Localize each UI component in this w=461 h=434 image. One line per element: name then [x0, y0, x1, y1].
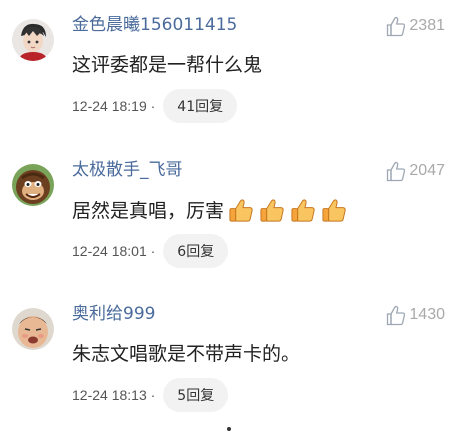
- comment-text-body: 这评委都是一帮什么鬼: [72, 54, 263, 76]
- comment-item: 奥利给999 1430 朱志文唱歌是不带声卡的。 12-24 18:13 · 5…: [0, 289, 461, 430]
- comment-meta: 12-24 18:19 · 41回复: [72, 89, 238, 123]
- thumbs-up-emoji-icon: [322, 199, 346, 222]
- like-count: 2047: [409, 162, 445, 179]
- username[interactable]: 太极散手_飞哥: [72, 159, 183, 181]
- comment-text-body: 朱志文唱歌是不带声卡的。: [72, 343, 301, 365]
- avatar[interactable]: [12, 164, 54, 206]
- timestamp: 12-24 18:19 ·: [72, 98, 156, 114]
- comment-text: 朱志文唱歌是不带声卡的。: [72, 341, 300, 367]
- like-button[interactable]: 1430: [386, 303, 445, 327]
- timestamp: 12-24 18:01 ·: [72, 243, 156, 259]
- avatar[interactable]: [12, 308, 54, 350]
- thumbs-up-emoji-icon: [291, 199, 315, 222]
- username[interactable]: 金色晨曦156011415: [72, 14, 237, 36]
- like-count: 2381: [409, 17, 445, 34]
- comment-text: 居然是真唱，厉害: [72, 197, 348, 224]
- comment-meta: 12-24 18:01 · 6回复: [72, 234, 229, 268]
- thumbs-up-emoji-icon: [260, 199, 284, 222]
- thumbs-up-emoji-icon: [229, 199, 253, 222]
- reply-button[interactable]: 6回复: [163, 234, 229, 268]
- comment-item: 金色晨曦156011415 2381 这评委都是一帮什么鬼 12-24 18:1…: [0, 0, 461, 141]
- like-button[interactable]: 2047: [386, 159, 445, 183]
- like-count: 1430: [409, 306, 445, 323]
- comment-text-body: 居然是真唱，厉害: [72, 199, 225, 222]
- timestamp: 12-24 18:13 ·: [72, 387, 156, 403]
- page-indicator-dot: [227, 427, 231, 431]
- like-button[interactable]: 2381: [386, 14, 445, 38]
- comment-meta: 12-24 18:13 · 5回复: [72, 378, 229, 412]
- thumbs-up-icon: [387, 16, 406, 36]
- comment-item: 太极散手_飞哥 2047 居然是真唱，厉害 12-24 18:01 · 6回复: [0, 145, 461, 286]
- reply-button[interactable]: 5回复: [163, 378, 229, 412]
- comment-text: 这评委都是一帮什么鬼: [72, 52, 262, 78]
- username[interactable]: 奥利给999: [72, 303, 155, 325]
- thumbs-up-icon: [387, 305, 406, 325]
- reply-button[interactable]: 41回复: [163, 89, 238, 123]
- avatar[interactable]: [12, 19, 54, 61]
- thumbs-up-icon: [387, 161, 406, 181]
